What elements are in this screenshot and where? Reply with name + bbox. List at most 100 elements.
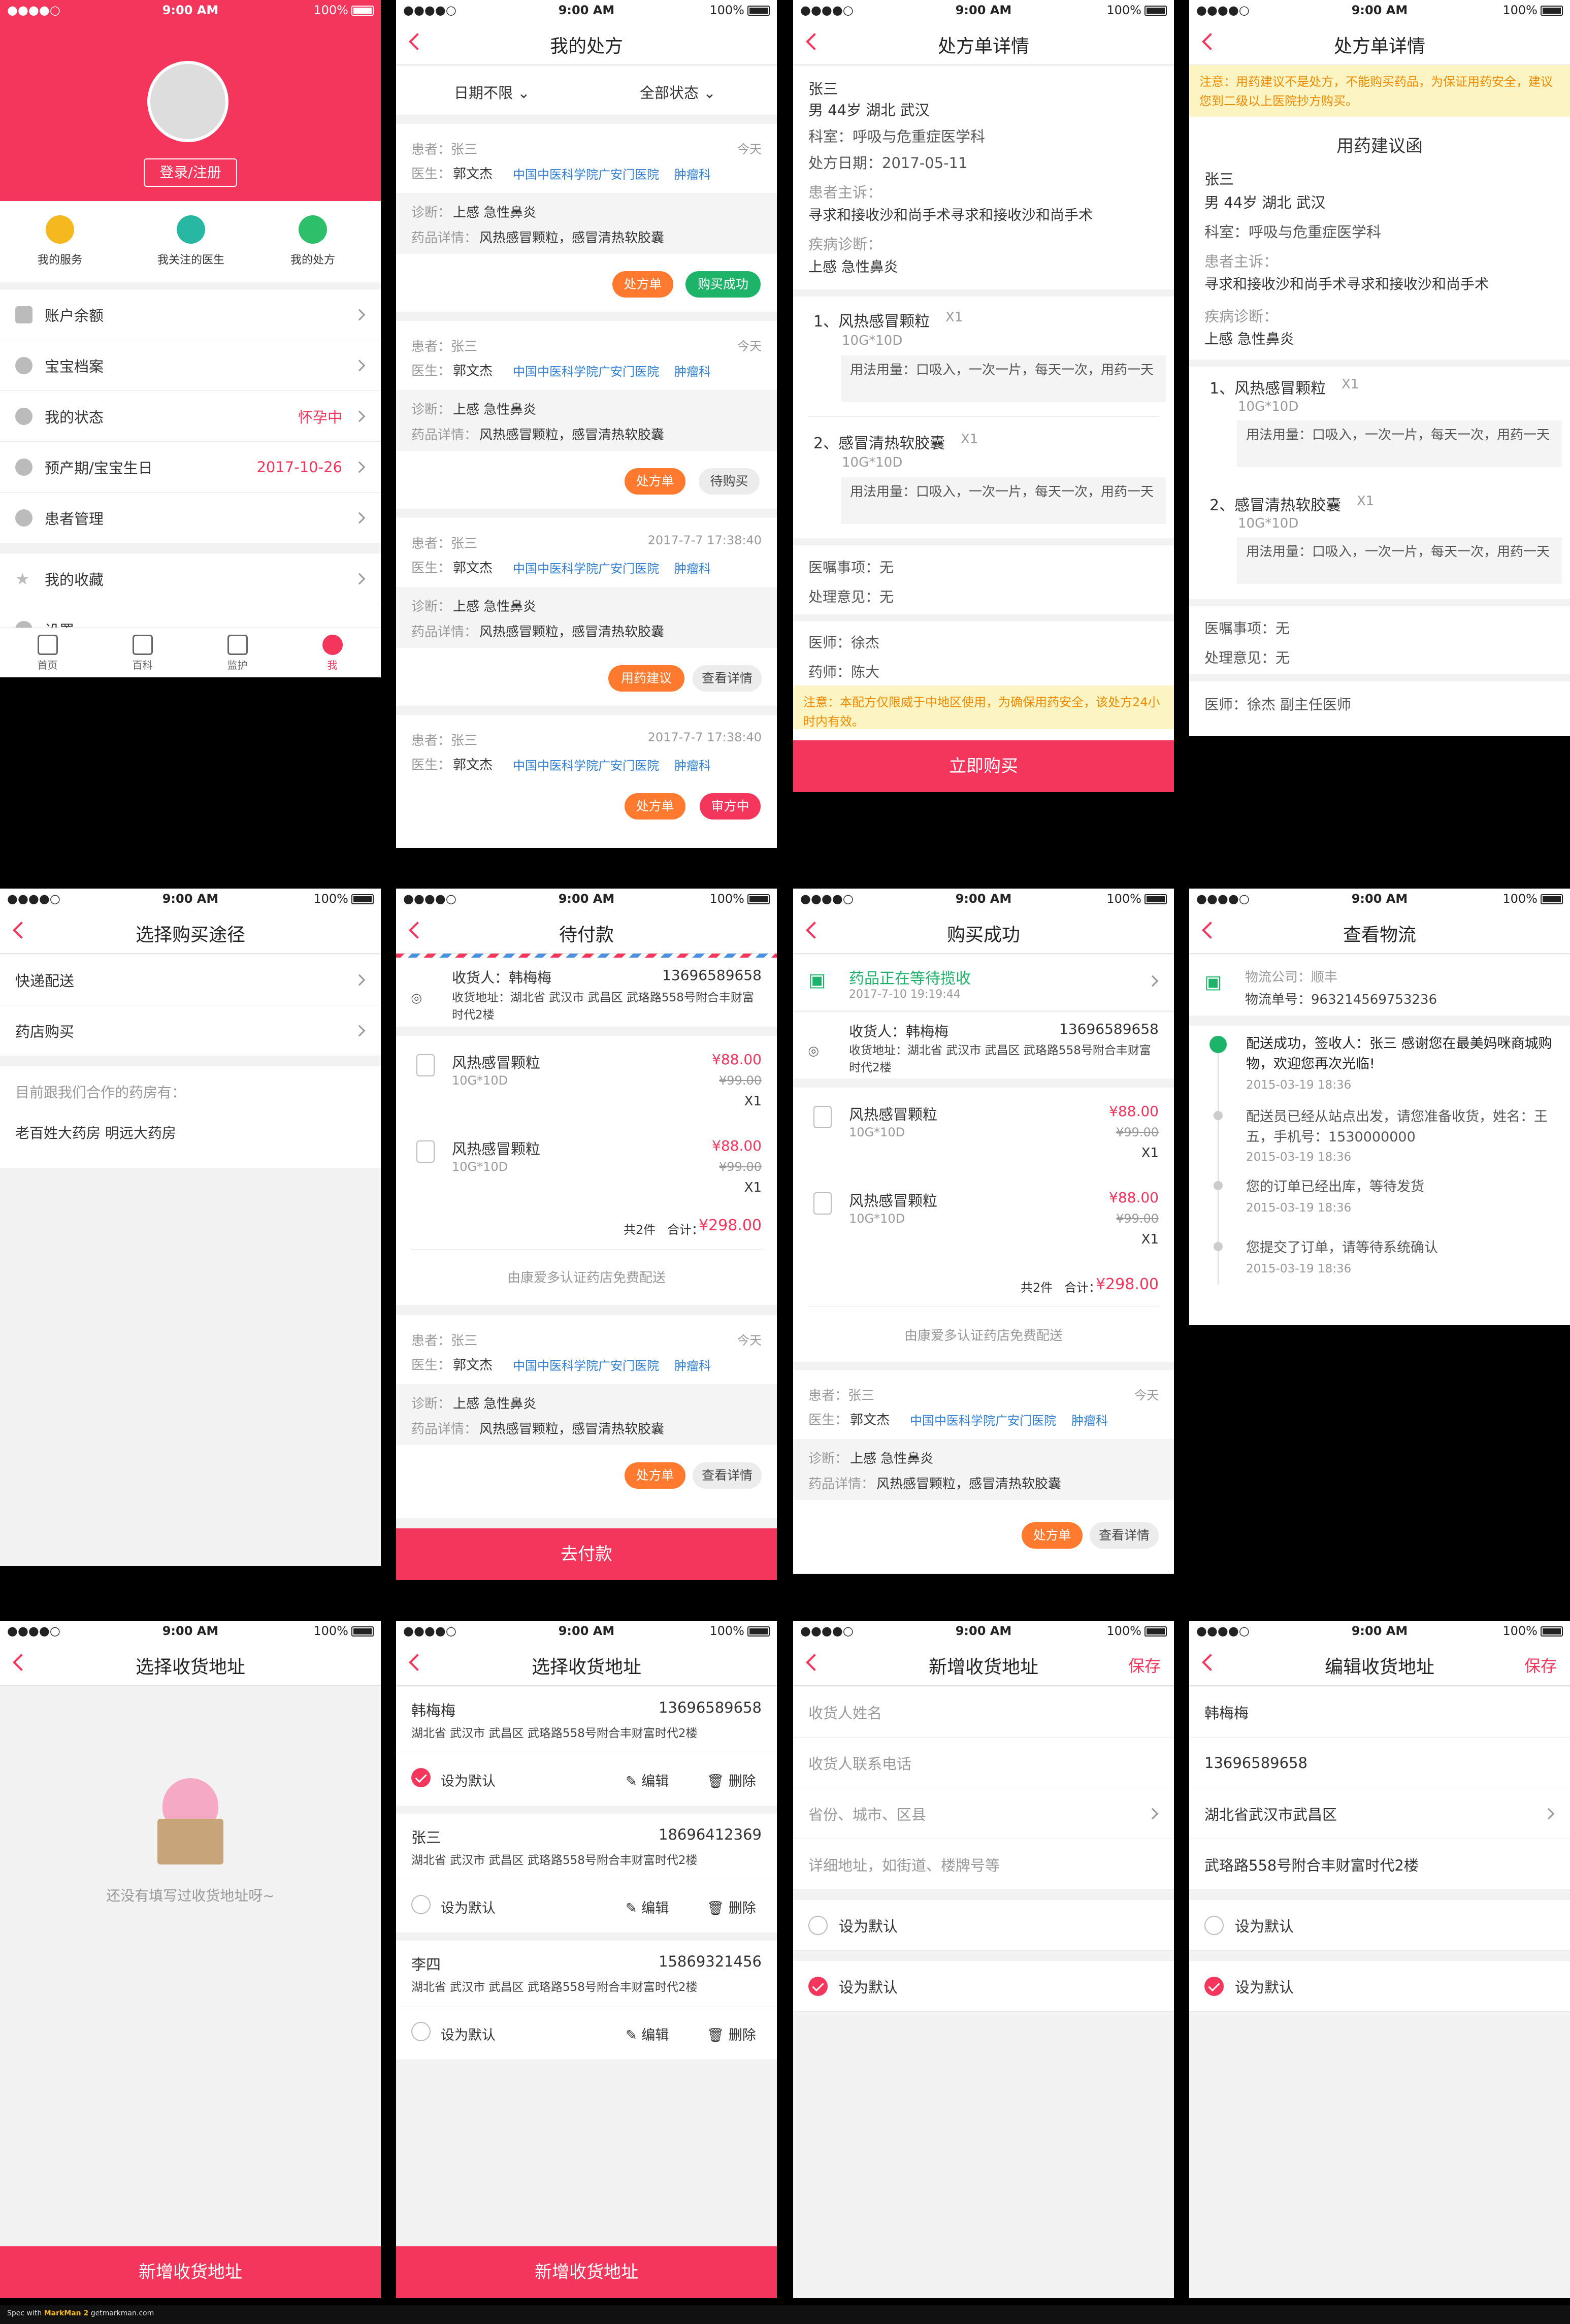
receiver: 张三: [411, 1829, 441, 1846]
screen-logistics: ●●●●○ 9:00 AM 100% 查看物流 ▣ 物流公司：顺丰 物流单号：963…: [1189, 889, 1570, 1325]
region-select[interactable]: 省份、城市、区县: [793, 1788, 1174, 1839]
label: 患者管理: [45, 510, 104, 528]
menu-favorites[interactable]: ★ 我的收藏: [0, 553, 381, 604]
delete-button[interactable]: 🗑 删除: [707, 2024, 756, 2044]
filter-date[interactable]: 日期不限 ⌄: [454, 81, 530, 103]
drug-name: 2、感冒清热软胶囊: [813, 435, 945, 452]
drug-icon: [813, 1192, 832, 1215]
page-title: 选择收货地址: [531, 1657, 641, 1678]
name-field[interactable]: 收货人姓名: [793, 1687, 1174, 1738]
view-details-button[interactable]: 查看详情: [1090, 1522, 1159, 1549]
set-default-toggle[interactable]: 设为默认: [793, 1900, 1174, 1951]
prescription-card[interactable]: 患者：张三 2017-7-7 17:38:40 医生： 郭文杰 中国中医科学院广…: [396, 715, 777, 848]
followed-doctors-button[interactable]: 我关注的医生: [150, 215, 232, 267]
save-button[interactable]: 保存: [1128, 1653, 1161, 1677]
item-qty: X1: [744, 1180, 762, 1195]
label: 设为默认: [441, 1774, 496, 1789]
add-address-button[interactable]: 新增收货地址: [396, 2246, 777, 2298]
item-price: ¥88.00: [1109, 1103, 1159, 1120]
phone-field[interactable]: 收货人联系电话: [793, 1738, 1174, 1788]
tab-monitor[interactable]: 监护: [190, 628, 285, 677]
prescription-card[interactable]: 患者：张三 2017-7-7 17:38:40 医生： 郭文杰 中国中医科学院广…: [396, 518, 777, 706]
prescription-card[interactable]: 患者：张三 今天 医生： 郭文杰 中国中医科学院广安门医院 肿瘤科 诊断： 上感…: [396, 321, 777, 509]
pending-purchase-badge[interactable]: 待购买: [699, 468, 760, 495]
view-details-button[interactable]: 查看详情: [693, 665, 762, 692]
default-radio[interactable]: [411, 1895, 431, 1914]
menu-due-date[interactable]: 预产期/宝宝生日 2017-10-26: [0, 442, 381, 493]
add-address-button[interactable]: 新增收货地址: [0, 2246, 381, 2298]
detail-address-field[interactable]: 详细地址，如街道、楼牌号等: [793, 1839, 1174, 1890]
tab-wiki[interactable]: 百科: [95, 628, 190, 677]
edit-button[interactable]: ✎ 编辑: [626, 1770, 669, 1790]
drug-icon: [416, 1140, 435, 1163]
prescription-button[interactable]: 处方单: [625, 468, 685, 495]
address-item[interactable]: 韩梅梅 13696589658 湖北省 武汉市 武昌区 武珞路558号附合丰财富…: [396, 1687, 777, 1806]
pay-button[interactable]: 去付款: [396, 1528, 777, 1580]
complaint: 寻求和接收沙和尚手术寻求和接收沙和尚手术: [808, 207, 1093, 223]
address-block[interactable]: ⌾ 收货人：韩梅梅 13696589658 收货地址：湖北省 武汉市 武昌区 武…: [396, 958, 777, 1027]
total-amount: ¥298.00: [698, 1217, 762, 1234]
status-bar: ●●●●○ 9:00 AM 100%: [1189, 889, 1570, 909]
my-prescription-button[interactable]: 我的处方: [277, 215, 348, 267]
item-price: ¥88.00: [712, 1051, 762, 1068]
page-title: 待付款: [559, 925, 614, 945]
prescription-button[interactable]: 处方单: [1022, 1522, 1083, 1549]
prescription-button[interactable]: 处方单: [625, 793, 685, 820]
avatar[interactable]: [147, 61, 228, 142]
qty: X1: [1357, 494, 1375, 509]
screen-address-list: ●●●●○ 9:00 AM 100% 选择收货地址 韩梅梅 13696589658 …: [396, 1621, 777, 2298]
default-radio[interactable]: [411, 2022, 431, 2041]
prescription-card[interactable]: 患者：张三 今天 医生： 郭文杰 中国中医科学院广安门医院 肿瘤科 诊断： 上感…: [396, 1315, 777, 1518]
default-radio[interactable]: [411, 1768, 431, 1787]
prescription-card[interactable]: 患者：张三 今天 医生： 郭文杰 中国中医科学院广安门医院 肿瘤科 诊断： 上感…: [396, 124, 777, 312]
prescription-button[interactable]: 处方单: [625, 1462, 685, 1489]
shipping-note: 由康爱多认证药店免费配送: [507, 1270, 666, 1286]
set-default-toggle[interactable]: 设为默认: [1189, 1900, 1570, 1951]
delete-button[interactable]: 🗑 删除: [707, 1770, 756, 1790]
set-default-toggle-on[interactable]: 设为默认: [1189, 1961, 1570, 2012]
under-review-badge[interactable]: 审方中: [700, 793, 761, 820]
event-text: 配送员已经从站点出发，请您准备收货，姓名：王五，手机号：1530000000: [1246, 1109, 1548, 1145]
view-details-button[interactable]: 查看详情: [693, 1462, 762, 1489]
purchase-success-badge[interactable]: 购买成功: [685, 271, 761, 298]
save-button[interactable]: 保存: [1524, 1653, 1557, 1677]
item-qty: X1: [744, 1094, 762, 1109]
tab-home[interactable]: 首页: [0, 628, 95, 677]
nav-bar: 新增收货地址 保存: [793, 1641, 1174, 1686]
delete-button[interactable]: 🗑 删除: [707, 1897, 756, 1917]
detail-address-field[interactable]: 武珞路558号附合丰财富时代2楼: [1189, 1839, 1570, 1890]
tab-me[interactable]: 我: [285, 628, 380, 677]
option-pharmacy[interactable]: 药店购买: [0, 1005, 381, 1056]
item-name: 风热感冒颗粒: [452, 1140, 541, 1158]
status-time: 2017-7-10 19:19:44: [849, 988, 961, 1001]
event-time: 2015-03-19 18:36: [1246, 1078, 1352, 1092]
menu-baby-file[interactable]: 宝宝档案: [0, 340, 381, 391]
address-item[interactable]: 张三 18696412369 湖北省 武汉市 武昌区 武珞路558号附合丰财富时…: [396, 1814, 777, 1933]
address-block: ⌾ 收货人：韩梅梅 13696589658 收货地址：湖北省 武汉市 武昌区 武…: [793, 1012, 1174, 1078]
name-field[interactable]: 韩梅梅: [1189, 1687, 1570, 1738]
menu-patients[interactable]: 患者管理: [0, 493, 381, 543]
menu-balance[interactable]: 账户余额: [0, 289, 381, 340]
edit-button[interactable]: ✎ 编辑: [626, 1897, 669, 1917]
item-spec: 10G*10D: [452, 1160, 508, 1174]
my-service-button[interactable]: 我的服务: [24, 215, 95, 267]
buy-now-button[interactable]: 立即购买: [793, 740, 1174, 792]
phone-field[interactable]: 13696589658: [1189, 1738, 1570, 1788]
markman-footer: Spec with MarkMan 2 getmarkman.com: [0, 2305, 1570, 2324]
edit-button[interactable]: ✎ 编辑: [626, 2024, 669, 2044]
option-delivery[interactable]: 快递配送: [0, 955, 381, 1005]
service-icon: [46, 215, 74, 244]
filter-status[interactable]: 全部状态 ⌄: [640, 81, 716, 103]
label: 宝宝档案: [45, 357, 104, 375]
prescription-card[interactable]: 患者：张三 今天 医生： 郭文杰 中国中医科学院广安门医院 肿瘤科 诊断： 上感…: [793, 1370, 1174, 1573]
medication-advice-button[interactable]: 用药建议: [608, 665, 684, 692]
login-button[interactable]: 登录/注册: [144, 158, 237, 187]
address-item[interactable]: 李四 15869321456 湖北省 武汉市 武昌区 武珞路558号附合丰财富时…: [396, 1941, 777, 2059]
tab-bar: 首页 百科 监护 我: [0, 628, 381, 677]
prescription-button[interactable]: 处方单: [612, 271, 673, 298]
menu-status[interactable]: 我的状态 怀孕中: [0, 391, 381, 442]
set-default-toggle-on[interactable]: 设为默认: [793, 1961, 1174, 2012]
region-select[interactable]: 湖北省武汉市武昌区: [1189, 1788, 1570, 1839]
logistics-header: ▣ 物流公司：顺丰 物流单号：963214569753236: [1189, 955, 1570, 1016]
logistics-status[interactable]: ▣ 药品正在等待揽收 2017-7-10 19:19:44: [793, 955, 1174, 1010]
